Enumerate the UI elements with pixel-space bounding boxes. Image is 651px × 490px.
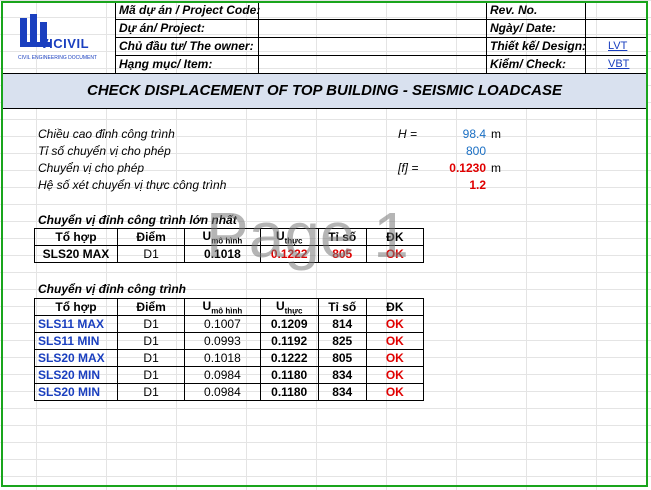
spreadsheet-page: VICIVIL CIVIL ENGINEERING DOCUMENT Mã dự… [0,0,651,490]
print-area-border [1,1,648,487]
